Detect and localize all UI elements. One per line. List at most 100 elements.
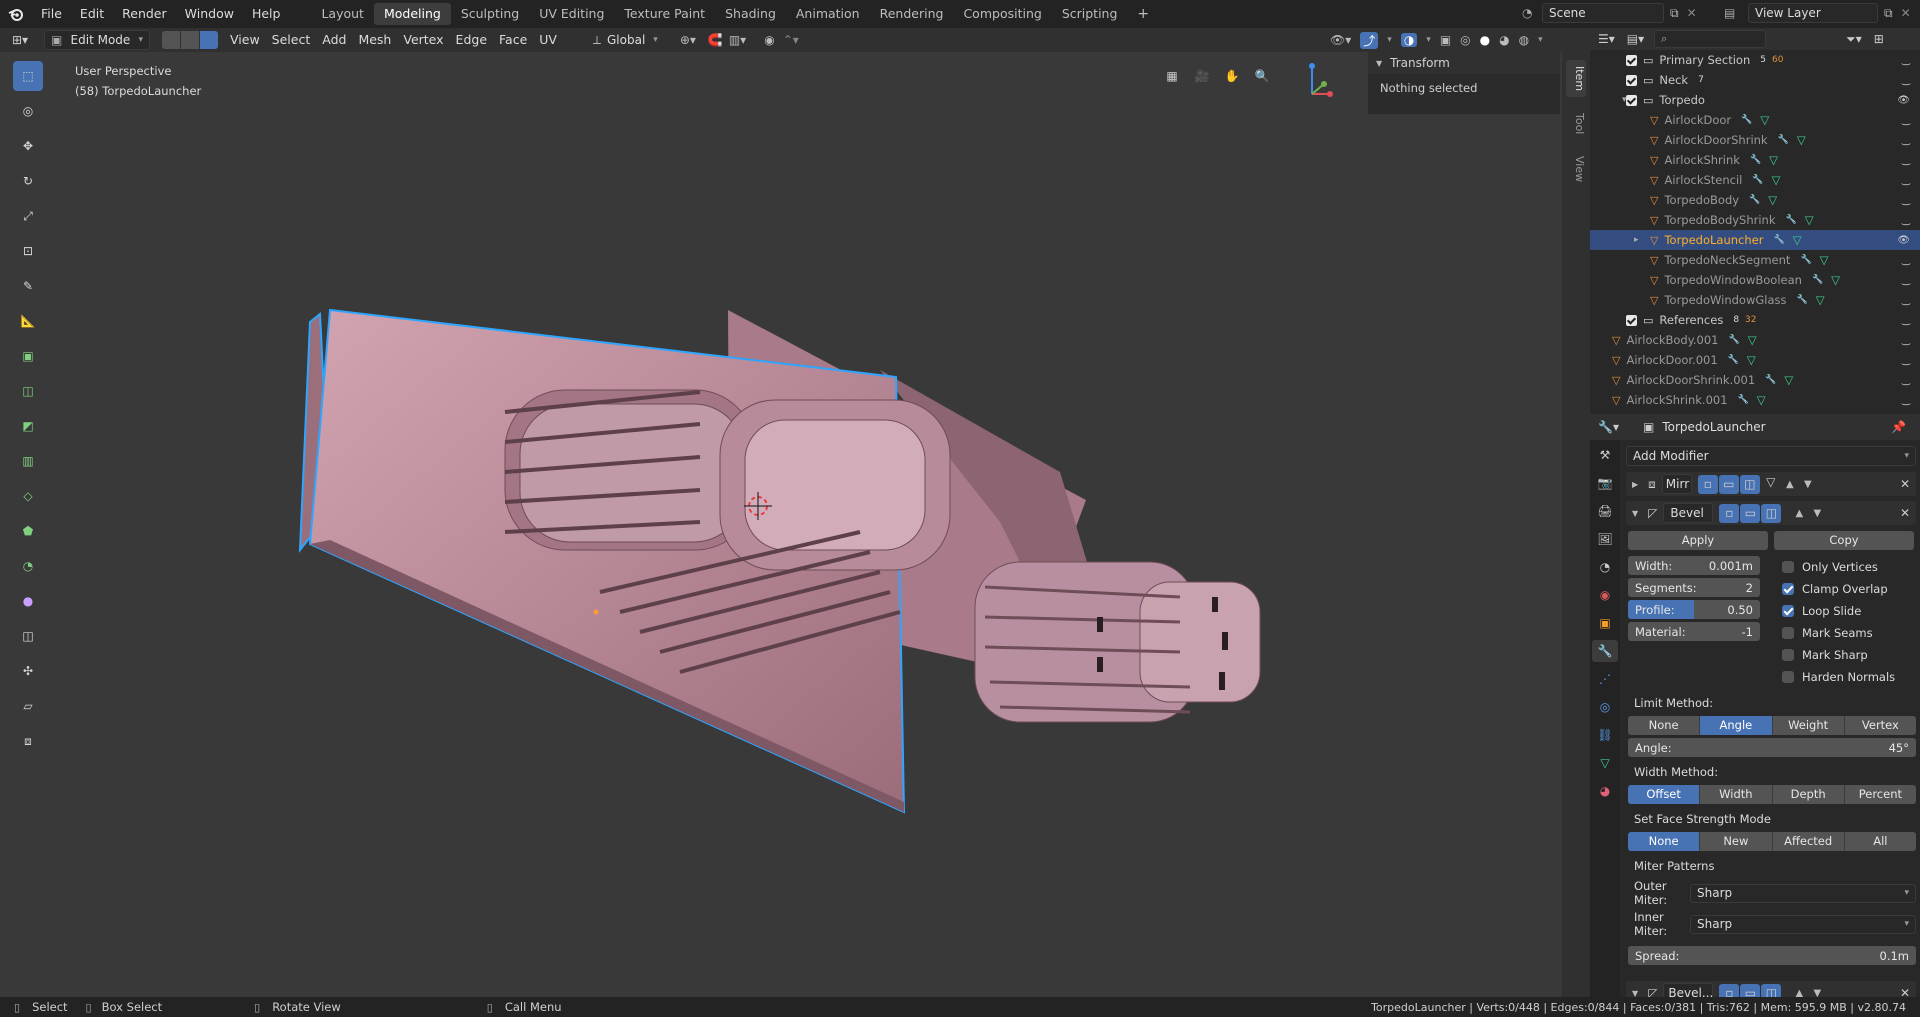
modifier-tab-icon[interactable]: 🔧 [1592,640,1618,662]
modifier-wrench-icon[interactable]: 🔧 [1778,135,1789,145]
pin-icon[interactable]: 📌 [1891,420,1906,434]
mesh-data-icon[interactable]: ▽ [1760,113,1769,127]
outliner-row[interactable]: ▭ References 8 32 ‿ [1590,310,1920,330]
disclosure-arrow-icon[interactable]: ▾ [1622,95,1627,105]
checkbox-row[interactable]: Harden Normals [1782,666,1895,688]
add-modifier-button[interactable]: Add Modifier ▾ [1626,446,1916,466]
outliner-search-input[interactable]: ⌕ [1654,30,1767,48]
include-checkbox-icon[interactable] [1626,54,1637,66]
checkbox-row[interactable]: Clamp Overlap [1782,578,1895,600]
transform-panel-header[interactable]: ▼ Transform [1368,52,1560,74]
view-layer-field[interactable]: View Layer [1748,3,1878,23]
visibility-eye-icon[interactable]: ‿ [1902,315,1910,326]
visibility-eye-icon[interactable]: ‿ [1902,75,1910,86]
outliner-row[interactable]: ▽ TorpedoWindowGlass 🔧 ▽ ‿ [1590,290,1920,310]
outliner-row[interactable]: ▽ AirlockDoorShrink 🔧 ▽ ‿ [1590,130,1920,150]
checkbox-row[interactable]: Only Vertices [1782,556,1895,578]
output-tab-icon[interactable]: 🖨 [1592,500,1618,522]
segments-field[interactable]: Segments: 2 [1628,578,1760,597]
outliner-row[interactable]: ▽ TorpedoNeckSegment 🔧 ▽ ‿ [1590,250,1920,270]
axis-gizmo-icon[interactable] [1290,60,1340,100]
visibility-eye-icon[interactable]: ‿ [1902,295,1910,306]
tab-shading[interactable]: Shading [715,3,786,25]
expand-arrow-icon[interactable]: ▶ [1632,480,1638,489]
limit-method-none[interactable]: None [1628,716,1701,735]
move-up-icon[interactable]: ▲ [1781,475,1799,493]
rendered-shading-icon[interactable]: ◍ [1519,33,1529,47]
face-strength-new[interactable]: New [1700,832,1773,851]
width-field[interactable]: Width: 0.001m [1628,556,1760,575]
3d-viewport[interactable]: User Perspective (58) TorpedoLauncher ⬚ … [0,52,1566,997]
outliner-row[interactable]: ▽ AirlockDoor.001 🔧 ▽ ‿ [1590,350,1920,370]
zoom-icon[interactable]: 🔍 [1250,64,1274,88]
modifier-wrench-icon[interactable]: 🔧 [1797,295,1808,305]
checkbox-row[interactable]: Loop Slide [1782,600,1895,622]
copy-view-layer-icon[interactable]: ⧉ [1884,6,1893,21]
pan-hand-icon[interactable]: ✋ [1220,64,1244,88]
modifier-wrench-icon[interactable]: 🔧 [1749,195,1760,205]
material-shading-icon[interactable]: ◕ [1499,33,1509,47]
disclosure-arrow-icon[interactable]: ▸ [1634,235,1639,245]
collapse-arrow-icon[interactable]: ▼ [1632,509,1638,518]
copy-scene-icon[interactable]: ⧉ [1670,6,1679,21]
checkbox-mark-sharp[interactable] [1782,649,1794,661]
modifier-wrench-icon[interactable]: 🔧 [1738,395,1749,405]
inner-miter-select[interactable]: Sharp ▾ [1690,914,1916,934]
move-down-icon[interactable]: ▼ [1808,504,1826,522]
physics-tab-icon[interactable]: ◎ [1592,696,1618,718]
checkbox-row[interactable]: Mark Seams [1782,622,1895,644]
checkbox-loop-slide[interactable] [1782,605,1794,617]
view-layer-icon[interactable]: ▤ [1724,6,1748,20]
width-method-width[interactable]: Width [1700,785,1773,804]
visibility-icon[interactable]: 👁▾ [1330,33,1351,47]
gizmo-icon[interactable]: ⤴ [1360,31,1379,49]
outliner-row[interactable]: ▽ AirlockShrink 🔧 ▽ ‿ [1590,150,1920,170]
limit-method-vertex-group[interactable]: Vertex Group [1844,716,1916,735]
editmode-toggle-icon[interactable]: ▫ [1719,503,1740,523]
visibility-eye-icon[interactable]: ‿ [1902,215,1910,226]
modifier-wrench-icon[interactable]: 🔧 [1752,175,1763,185]
menu-edit[interactable]: Edit [71,3,113,25]
object-tab-icon[interactable]: ▣ [1592,612,1618,634]
mesh-data-icon[interactable]: ▽ [1820,253,1829,267]
menu-help[interactable]: Help [243,3,290,25]
visibility-eye-icon[interactable]: ‿ [1902,115,1910,126]
outliner-row[interactable]: ▽ AirlockDoor 🔧 ▽ ‿ [1590,110,1920,130]
visibility-eye-icon[interactable]: ‿ [1902,175,1910,186]
visibility-eye-icon[interactable]: 👁 [1897,95,1910,106]
outliner-row[interactable]: ▾ ▭ Torpedo 👁 [1590,90,1920,110]
sidebar-tab-item[interactable]: Item [1566,60,1586,98]
limit-method-weight[interactable]: Weight [1772,716,1845,735]
wireframe-shading-icon[interactable]: ◎ [1460,33,1470,47]
outliner-row[interactable]: ▽ AirlockBody.001 🔧 ▽ ‿ [1590,330,1920,350]
snap-target-icon[interactable]: ▥▾ [729,33,746,47]
sidebar-tab-view[interactable]: View [1566,150,1586,188]
constraints-tab-icon[interactable]: ⛓ [1592,724,1618,746]
modifier-wrench-icon[interactable]: 🔧 [1741,115,1752,125]
camera-view-icon[interactable]: 🎥 [1190,64,1214,88]
transform-orientation[interactable]: ⟂ Global ▾ [593,33,658,48]
viewport-menu-uv[interactable]: UV [533,30,563,50]
scene-icon[interactable]: ◔ [1522,6,1542,20]
render-toggle-icon[interactable]: ◫ [1739,474,1760,494]
visibility-eye-icon[interactable]: ‿ [1902,335,1910,346]
chevron-down-icon[interactable]: ▾ [1387,35,1392,45]
proportional-edit-icon[interactable]: ◉ [764,33,774,47]
mesh-data-icon[interactable]: ▽ [1831,273,1840,287]
visibility-eye-icon[interactable]: ‿ [1902,155,1910,166]
include-checkbox-icon[interactable] [1626,74,1637,86]
visibility-eye-icon[interactable]: ‿ [1902,135,1910,146]
visibility-eye-icon[interactable]: ‿ [1902,255,1910,266]
display-mode-icon[interactable]: ▤▾ [1627,32,1644,46]
include-checkbox-icon[interactable] [1626,314,1637,326]
mesh-data-tab-icon[interactable]: ▽ [1592,752,1618,774]
mesh-data-icon[interactable]: ▽ [1772,173,1781,187]
mesh-model[interactable] [0,52,1566,997]
modifier-wrench-icon[interactable]: 🔧 [1800,255,1811,265]
falloff-icon[interactable]: ⌃▾ [783,33,799,47]
scene-field[interactable]: Scene [1542,3,1664,23]
delete-scene-icon[interactable]: ✕ [1687,6,1697,20]
face-strength-affected[interactable]: Affected [1772,832,1845,851]
tab-modeling[interactable]: Modeling [373,3,451,25]
modifier-wrench-icon[interactable]: 🔧 [1728,335,1739,345]
